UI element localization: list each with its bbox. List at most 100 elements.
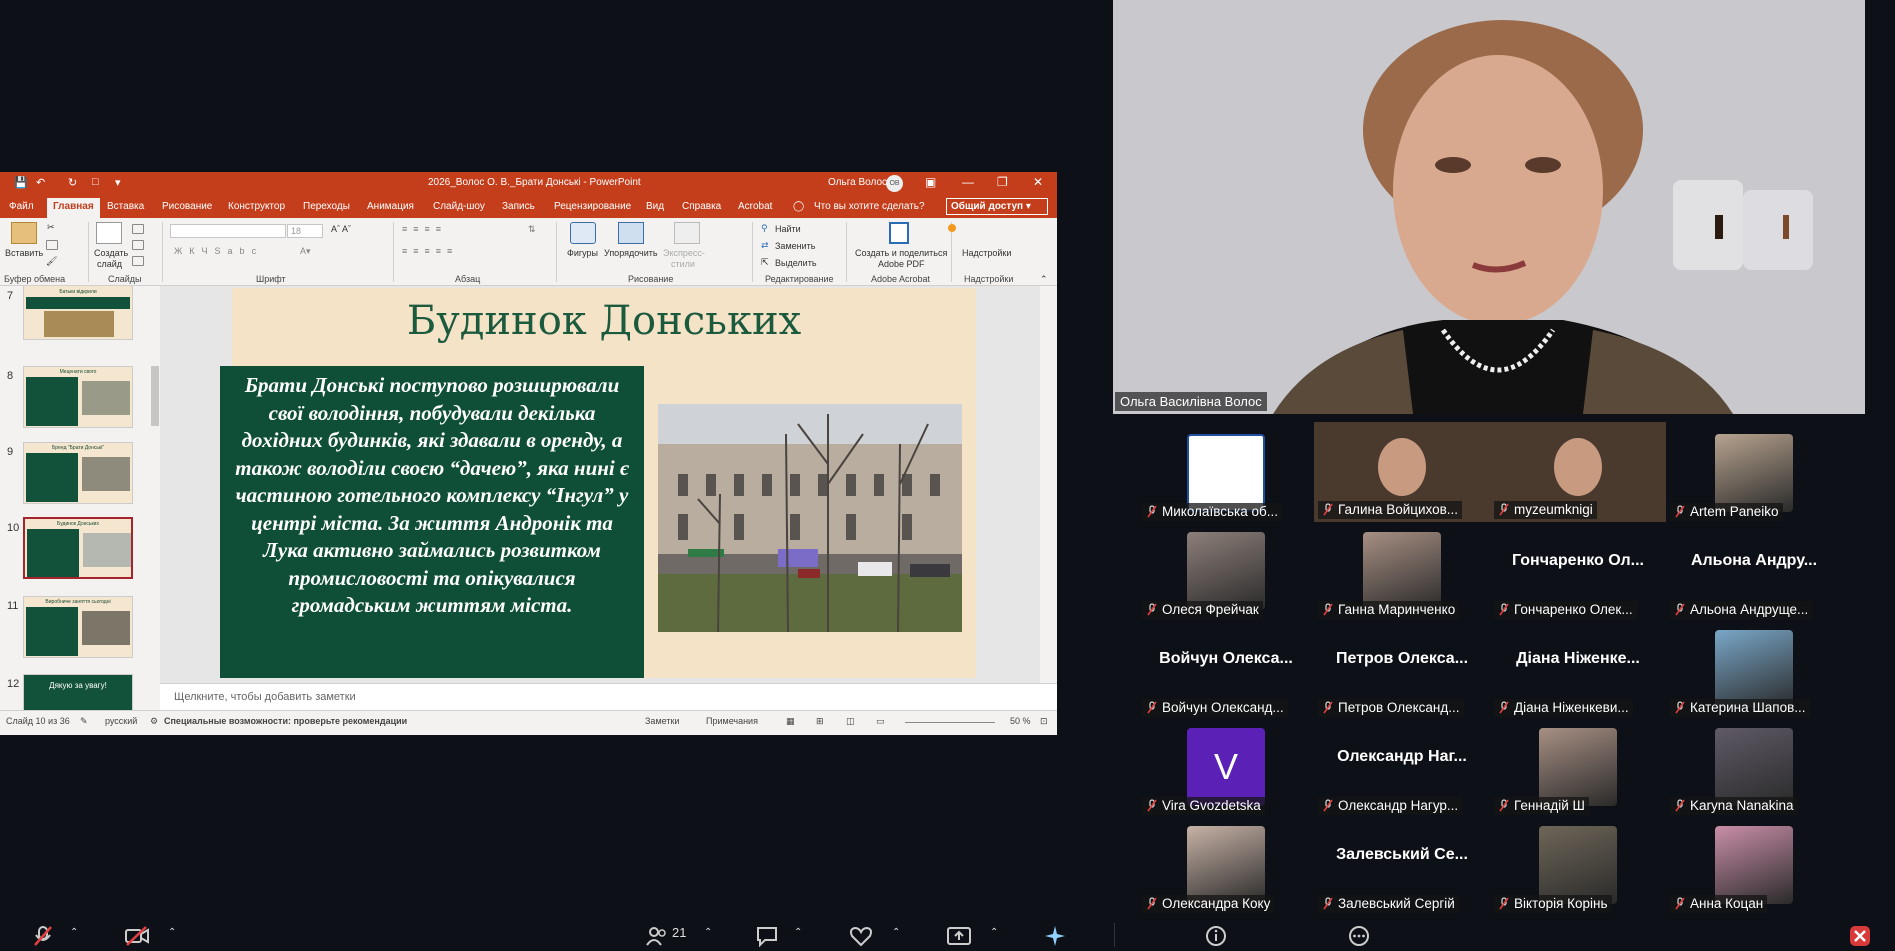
mic-muted-icon[interactable] [32, 925, 54, 947]
new-slide-button-line1[interactable]: Создать [94, 248, 128, 258]
close-icon[interactable]: ✕ [1033, 175, 1043, 189]
fit-slide-icon[interactable]: ⊡ [1040, 716, 1048, 727]
section-icon[interactable] [132, 256, 144, 266]
participant-tile[interactable]: Войчун Олекса... Войчун Олександ... [1138, 620, 1314, 717]
font-style-buttons[interactable]: ЖКЧSabc [174, 246, 263, 256]
participant-tile[interactable]: Ганна Маринченко [1314, 522, 1490, 619]
account-avatar[interactable]: ОВ [886, 175, 903, 192]
new-slide-icon[interactable] [96, 222, 122, 244]
slide-title[interactable]: Будинок Донських [232, 298, 976, 344]
participant-tile[interactable]: Залевський Се... Залевський Сергій [1314, 816, 1490, 913]
adobe-pdf-icon[interactable] [889, 222, 909, 244]
building-photo[interactable] [658, 404, 962, 632]
ai-sparkle-icon[interactable] [1043, 925, 1067, 947]
camera-off-icon[interactable] [124, 925, 150, 947]
customize-qat-icon[interactable]: ▾ [115, 176, 121, 189]
slide-thumbnail[interactable]: Дякую за увагу! [23, 674, 133, 710]
ribbon-display-icon[interactable]: ▣ [925, 175, 936, 189]
spellcheck-icon[interactable]: ✎ [80, 716, 88, 727]
new-slide-button-line2[interactable]: слайд [97, 259, 122, 269]
font-size-field[interactable]: 18 [287, 224, 323, 238]
layout-icon[interactable] [132, 224, 144, 234]
participant-tile[interactable]: Олександр Наг... Олександр Нагур... [1314, 718, 1490, 815]
leave-call-icon[interactable] [1848, 925, 1872, 947]
tab-design[interactable]: Конструктор [228, 201, 285, 212]
shapes-button[interactable]: Фигуры [567, 248, 598, 258]
minimize-icon[interactable]: — [962, 175, 974, 189]
participant-tile[interactable]: Олеся Фрейчак [1138, 522, 1314, 619]
participant-tile[interactable]: Вікторія Корінь [1490, 816, 1666, 913]
format-painter-icon[interactable]: 🖌 [46, 256, 57, 267]
share-button[interactable]: Общий доступ ▾ [946, 198, 1048, 215]
list-buttons[interactable]: ≡≡≡≡ [402, 224, 447, 234]
participants-options-chevron[interactable]: ⌃ [704, 927, 712, 938]
participant-tile[interactable]: V Vira Gvozdetska [1138, 718, 1314, 815]
camera-options-chevron[interactable]: ⌃ [168, 927, 176, 938]
tell-me-search[interactable]: Что вы хотите сделать? [814, 201, 925, 212]
arrange-icon[interactable] [618, 222, 644, 244]
participant-tile[interactable]: Karyna Nanakina [1666, 718, 1842, 815]
slide-thumbnail[interactable]: Меценати свого [23, 366, 133, 428]
slideshow-view-icon[interactable]: ▭ [876, 716, 885, 727]
participant-tile[interactable]: Гончаренко Ол... Гончаренко Олек... [1490, 522, 1666, 619]
share-options-chevron[interactable]: ⌃ [990, 927, 998, 938]
normal-view-icon[interactable]: ▦ [786, 716, 795, 727]
participant-tile[interactable]: myzeumknigi [1490, 422, 1666, 522]
slide-text-box[interactable]: Брати Донські поступово розширювали свої… [220, 366, 644, 678]
reading-view-icon[interactable]: ◫ [846, 716, 855, 727]
addins-button[interactable]: Надстройки [962, 248, 1011, 258]
current-slide[interactable]: Будинок Донських Брати Донські поступово… [220, 288, 976, 678]
adobe-create-line2[interactable]: Adobe PDF [878, 259, 925, 269]
slide-thumbnail[interactable]: Бренд "Брати Донські" [23, 442, 133, 504]
tab-file[interactable]: Файл [9, 201, 34, 212]
participant-tile[interactable]: Альона Андру... Альона Андруще... [1666, 522, 1842, 619]
account-name[interactable]: Ольга Волос [828, 177, 887, 188]
mic-options-chevron[interactable]: ⌃ [70, 927, 78, 938]
participant-tile[interactable]: Діана Ніженке... Діана Ніженкеви... [1490, 620, 1666, 717]
tab-slideshow[interactable]: Слайд-шоу [433, 201, 485, 212]
quick-styles-line1[interactable]: Экспресс- [663, 248, 705, 258]
participant-tile[interactable]: Artem Paneiko [1666, 424, 1842, 521]
participant-tile[interactable]: Геннадій Ш [1490, 718, 1666, 815]
thumbnail-scrollbar[interactable] [150, 286, 160, 710]
more-options-icon[interactable] [1347, 925, 1371, 947]
tab-transitions[interactable]: Переходы [303, 201, 350, 212]
participant-tile[interactable]: Катерина Шапов... [1666, 620, 1842, 717]
shapes-icon[interactable] [570, 222, 596, 244]
slide-thumbnail[interactable]: Батьки відкрили [23, 286, 133, 340]
participant-tile[interactable]: Миколаївська об... [1138, 424, 1314, 521]
notes-toggle[interactable]: Заметки [645, 716, 679, 726]
align-buttons[interactable]: ≡≡≡≡≡ [402, 246, 458, 256]
notes-pane[interactable]: Щелкните, чтобы добавить заметки [160, 683, 1057, 710]
slide-scrollbar[interactable] [1040, 286, 1057, 683]
accessibility-status[interactable]: Специальные возможности: проверьте реком… [164, 716, 407, 726]
chat-icon[interactable] [755, 925, 779, 947]
font-color-icon[interactable]: A▾ [300, 246, 311, 257]
paste-icon[interactable] [11, 222, 37, 244]
tab-acrobat[interactable]: Acrobat [738, 201, 772, 212]
slideshow-icon[interactable]: □ [92, 176, 99, 188]
tab-home[interactable]: Главная [47, 198, 100, 218]
quick-styles-icon[interactable] [674, 222, 700, 244]
tab-record[interactable]: Запись [502, 201, 535, 212]
slide-sorter-icon[interactable]: ⊞ [816, 716, 824, 727]
collapse-ribbon-icon[interactable]: ⌃ [1040, 274, 1048, 285]
reactions-icon[interactable] [849, 925, 873, 947]
tab-review[interactable]: Рецензирование [554, 201, 631, 212]
adobe-create-line1[interactable]: Создать и поделиться [855, 248, 947, 258]
participant-tile[interactable]: Анна Коцан [1666, 816, 1842, 913]
cut-icon[interactable]: ✂ [47, 222, 55, 233]
select-button[interactable]: Выделить [775, 258, 817, 268]
restore-icon[interactable]: ❐ [997, 175, 1008, 189]
reactions-options-chevron[interactable]: ⌃ [892, 927, 900, 938]
text-direction-icon[interactable]: ⇅ [528, 224, 536, 235]
tab-animations[interactable]: Анимация [367, 201, 414, 212]
slide-body-text[interactable]: Брати Донські поступово розширювали свої… [234, 372, 630, 620]
tab-help[interactable]: Справка [682, 201, 721, 212]
tab-insert[interactable]: Вставка [107, 201, 144, 212]
language-indicator[interactable]: русский [105, 716, 137, 726]
reset-icon[interactable] [132, 240, 144, 250]
share-screen-icon[interactable] [946, 925, 972, 947]
redo-icon[interactable]: ↻ [68, 176, 77, 189]
slide-thumbnail[interactable]: Виробниче заняття сьогодні [23, 596, 133, 658]
